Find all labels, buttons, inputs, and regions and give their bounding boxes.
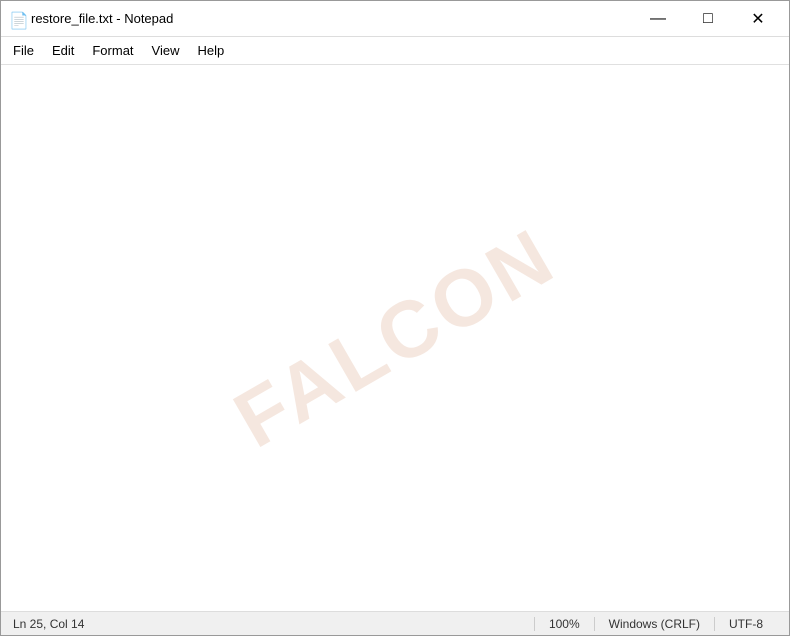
status-line-ending: Windows (CRLF)	[594, 617, 714, 631]
minimize-button[interactable]: —	[635, 4, 681, 34]
status-encoding: UTF-8	[714, 617, 777, 631]
menu-help[interactable]: Help	[189, 40, 232, 61]
title-bar-left: 📄 restore_file.txt - Notepad	[9, 11, 173, 27]
close-button[interactable]: ✕	[735, 4, 781, 34]
window-title: restore_file.txt - Notepad	[31, 11, 173, 26]
menu-file[interactable]: File	[5, 40, 42, 61]
notepad-window: 📄 restore_file.txt - Notepad — □ ✕ File …	[0, 0, 790, 636]
app-icon: 📄	[9, 11, 25, 27]
status-zoom: 100%	[534, 617, 594, 631]
text-editor[interactable]	[1, 65, 789, 611]
menu-edit[interactable]: Edit	[44, 40, 82, 61]
status-bar: Ln 25, Col 14 100% Windows (CRLF) UTF-8	[1, 611, 789, 635]
menu-bar: File Edit Format View Help	[1, 37, 789, 65]
maximize-button[interactable]: □	[685, 4, 731, 34]
status-line-col: Ln 25, Col 14	[13, 617, 98, 631]
title-bar: 📄 restore_file.txt - Notepad — □ ✕	[1, 1, 789, 37]
menu-view[interactable]: View	[144, 40, 188, 61]
menu-format[interactable]: Format	[84, 40, 141, 61]
window-controls: — □ ✕	[635, 4, 781, 34]
editor-container: FALCON	[1, 65, 789, 611]
